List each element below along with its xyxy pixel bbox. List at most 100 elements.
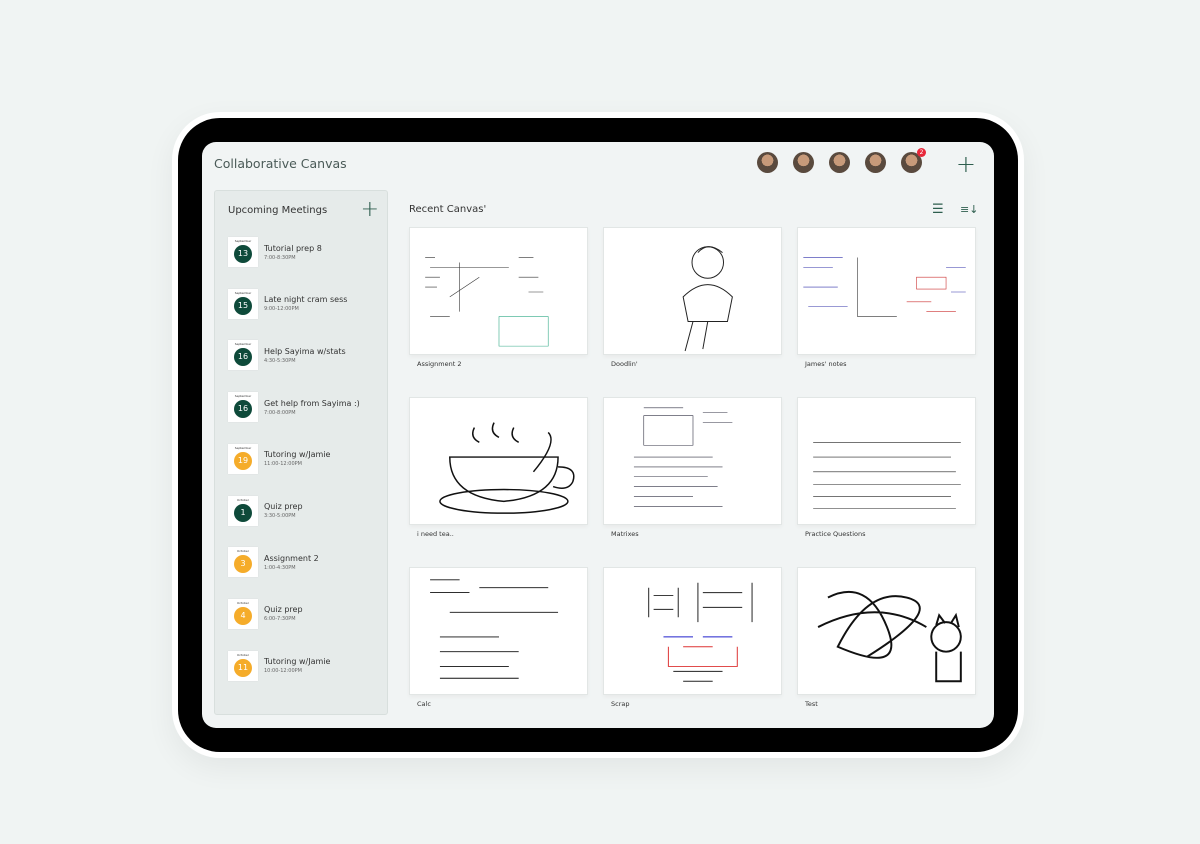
meeting-month: October (236, 497, 249, 502)
canvas-drawing (425, 257, 549, 347)
calendar-date-icon: October 4 (228, 598, 258, 629)
meeting-time: 7:00-8:30PM (264, 254, 296, 261)
meeting-day: 16 (234, 348, 252, 367)
meeting-time: 3:30-5:00PM (264, 513, 296, 519)
calendar-date-icon: September 16 (228, 340, 258, 371)
meeting-time: 9:00-12:00PM (264, 306, 299, 313)
avatar[interactable] (793, 152, 814, 173)
canvas-thumbnail[interactable] (797, 567, 976, 695)
canvas-name: Doodlin' (611, 360, 638, 368)
meeting-month: September (234, 342, 252, 347)
recent-canvas-title: Recent Canvas' (409, 204, 487, 215)
meeting-item[interactable]: September 19 Tutoring w/Jamie 11:00-12:00PM (228, 443, 331, 474)
app-screen: Collaborative Canvas 2 + Upcoming Meetin… (202, 142, 994, 728)
upcoming-meetings-panel: Upcoming Meetings + September 13 Tutorial … (214, 190, 388, 715)
meeting-day: 3 (234, 555, 252, 574)
meeting-day: 11 (234, 658, 252, 677)
canvas-card[interactable]: Matrixes (603, 397, 782, 538)
canvas-card[interactable]: Assignment 2 (409, 227, 588, 368)
calendar-date-icon: September 15 (228, 288, 258, 319)
meeting-time: 11:00-12:00PM (264, 461, 302, 468)
meeting-name: Tutorial prep 8 (264, 243, 322, 253)
canvas-thumbnail[interactable] (797, 397, 976, 525)
canvas-drawing (633, 407, 733, 507)
canvas-name: Scrap (611, 700, 630, 708)
canvas-name: Practice Questions (805, 530, 866, 538)
canvas-card[interactable]: Practice Questions (797, 397, 976, 538)
canvas-drawing (648, 582, 753, 682)
meeting-name: Get help from Sayima :) (264, 398, 360, 408)
add-collaborator-button[interactable]: + (956, 152, 976, 176)
avatar[interactable] (865, 152, 886, 173)
meeting-day: 15 (234, 296, 252, 315)
canvas-card[interactable]: James' notes (797, 227, 976, 368)
meeting-time: 7:00-8:00PM (264, 409, 296, 416)
meeting-day: 4 (234, 606, 252, 625)
meeting-name: Help Sayima w/stats (264, 346, 346, 356)
meeting-name: Tutoring w/Jamie (264, 657, 331, 667)
calendar-date-icon: October 1 (228, 495, 258, 526)
meeting-month: September (234, 394, 252, 399)
meeting-day: 13 (234, 245, 252, 263)
meeting-name: Quiz prep (264, 502, 303, 511)
calendar-date-icon: October 11 (228, 650, 258, 681)
canvas-card[interactable]: Scrap (603, 567, 782, 708)
sort-icon[interactable]: ≡↓ (960, 203, 978, 216)
canvas-name: James' notes (805, 360, 847, 368)
notification-badge: 2 (917, 148, 926, 157)
meeting-time: 10:00-12:00PM (264, 668, 302, 675)
meeting-item[interactable]: September 15 Late night cram sess 9:00-12:0… (228, 288, 348, 319)
avatar[interactable] (829, 152, 850, 173)
canvas-thumbnail[interactable] (603, 397, 782, 525)
avatar[interactable] (757, 152, 778, 173)
meeting-name: Tutoring w/Jamie (264, 450, 331, 460)
canvas-name: Assignment 2 (417, 360, 462, 368)
list-view-icon[interactable]: ☰ (932, 202, 944, 217)
canvas-thumbnail[interactable] (409, 567, 588, 695)
meeting-name: Late night cram sess (264, 295, 348, 305)
canvas-card[interactable]: Doodlin' (603, 227, 782, 368)
canvas-drawing (813, 442, 961, 509)
add-meeting-button[interactable]: + (361, 199, 379, 221)
meeting-item[interactable]: September 16 Get help from Sayima :) 7:00-8… (228, 392, 360, 423)
canvas-drawing (682, 246, 733, 352)
meeting-name: Assignment 2 (264, 553, 319, 563)
canvas-thumbnail[interactable] (409, 397, 588, 525)
avatar[interactable]: 2 (901, 148, 926, 173)
calendar-date-icon: September 13 (228, 237, 258, 267)
canvas-thumbnail[interactable] (409, 227, 588, 355)
panel-title: Upcoming Meetings (228, 205, 328, 216)
meeting-month: October (236, 549, 249, 554)
collaborators: 2 (757, 148, 926, 173)
meeting-month: September (234, 445, 252, 450)
canvas-thumbnail[interactable] (603, 227, 782, 355)
canvas-card[interactable]: Calc (409, 567, 588, 708)
app-title: Collaborative Canvas (214, 156, 347, 171)
canvas-name: Calc (417, 700, 431, 708)
calendar-date-icon: September 16 (228, 392, 258, 423)
calendar-date-icon: October 3 (228, 547, 258, 578)
meeting-time: 4:30-5:30PM (264, 357, 296, 364)
meeting-item[interactable]: October 4 Quiz prep 6:00-7:30PM (228, 598, 303, 629)
meeting-item[interactable]: September 16 Help Sayima w/stats 4:30-5:30P… (228, 340, 346, 371)
canvas-name: Test (805, 700, 818, 708)
canvas-thumbnail[interactable] (797, 227, 976, 355)
meeting-time: 6:00-7:30PM (264, 616, 296, 623)
meeting-item[interactable]: September 13 Tutorial prep 8 7:00-8:30PM (228, 237, 322, 267)
meeting-day: 1 (234, 503, 252, 522)
meeting-month: September (234, 239, 252, 243)
canvas-thumbnail[interactable] (603, 567, 782, 695)
meeting-month: October (236, 652, 249, 657)
meeting-name: Quiz prep (264, 605, 303, 615)
canvas-card[interactable]: i need tea.. (409, 397, 588, 538)
meeting-day: 16 (234, 400, 252, 419)
meeting-month: October (236, 600, 249, 605)
canvas-drawing (817, 590, 962, 683)
canvas-drawing (439, 422, 575, 514)
meeting-time: 1:00-4:30PM (264, 564, 296, 571)
meeting-month: September (234, 290, 252, 295)
meeting-item[interactable]: October 1 Quiz prep 3:30-5:00PM (228, 495, 303, 526)
meeting-item[interactable]: October 11 Tutoring w/Jamie 10:00-12:00PM (228, 650, 331, 681)
meeting-item[interactable]: October 3 Assignment 2 1:00-4:30PM (228, 547, 319, 578)
canvas-card[interactable]: Test (797, 567, 976, 708)
